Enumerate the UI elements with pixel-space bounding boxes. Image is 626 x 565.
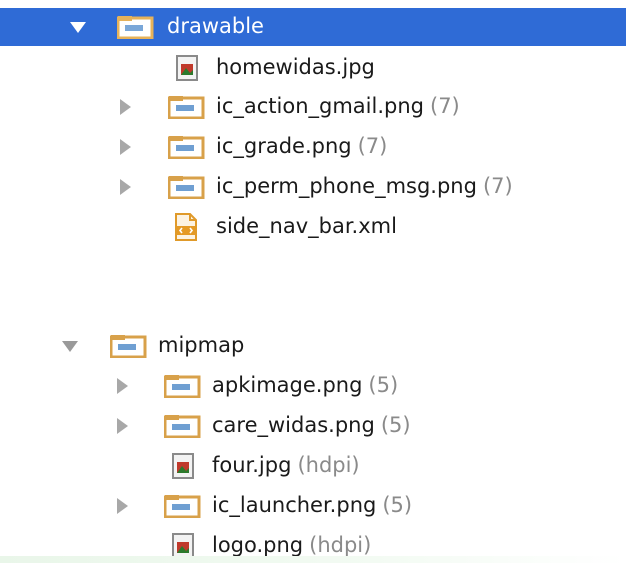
file-count: (7) bbox=[482, 174, 513, 198]
chevron-right-icon[interactable] bbox=[120, 139, 131, 155]
folder-icon bbox=[168, 176, 205, 199]
chevron-down-icon[interactable] bbox=[62, 341, 78, 352]
folder-icon bbox=[164, 415, 201, 438]
folder-icon bbox=[168, 136, 205, 159]
tree-node-care-widas[interactable]: care_widas.png (5) bbox=[0, 407, 626, 445]
file-name: ic_perm_phone_msg.png bbox=[216, 174, 477, 198]
chevron-right-icon[interactable] bbox=[117, 418, 128, 434]
file-name: four.jpg bbox=[212, 453, 292, 477]
folder-icon bbox=[164, 495, 201, 518]
folder-icon bbox=[110, 335, 147, 358]
tree-node-side-nav-bar[interactable]: side_nav_bar.xml bbox=[0, 208, 626, 246]
chevron-right-icon[interactable] bbox=[117, 378, 128, 394]
file-count: (5) bbox=[382, 493, 413, 517]
file-name: ic_launcher.png bbox=[212, 493, 377, 517]
chevron-right-icon[interactable] bbox=[120, 99, 131, 115]
tree-node-mipmap[interactable]: mipmap bbox=[0, 327, 626, 365]
tree-node-apkimage[interactable]: apkimage.png (5) bbox=[0, 367, 626, 405]
project-tree: drawable homewidas.jpg ic_action_gmail.p… bbox=[0, 0, 626, 563]
file-name: logo.png bbox=[212, 533, 304, 557]
image-file-icon bbox=[172, 453, 194, 479]
tree-node-label: mipmap bbox=[158, 333, 245, 357]
file-name: ic_action_gmail.png bbox=[216, 94, 424, 118]
bottom-edge bbox=[0, 556, 626, 563]
chevron-right-icon[interactable] bbox=[120, 179, 131, 195]
file-name: apkimage.png bbox=[212, 373, 363, 397]
image-file-icon bbox=[176, 55, 198, 81]
file-count: (hdpi) bbox=[309, 533, 372, 557]
tree-node-ic-grade[interactable]: ic_grade.png (7) bbox=[0, 128, 626, 166]
file-name: care_widas.png bbox=[212, 413, 375, 437]
xml-file-icon bbox=[175, 213, 197, 241]
file-count: (5) bbox=[368, 373, 399, 397]
file-count: (hdpi) bbox=[297, 453, 360, 477]
chevron-down-icon[interactable] bbox=[70, 22, 86, 33]
file-name: side_nav_bar.xml bbox=[216, 214, 397, 238]
tree-node-homewidas[interactable]: homewidas.jpg bbox=[0, 49, 626, 87]
folder-icon bbox=[117, 16, 154, 39]
folder-icon bbox=[164, 375, 201, 398]
folder-icon bbox=[168, 96, 205, 119]
tree-node-ic-perm-phone-msg[interactable]: ic_perm_phone_msg.png (7) bbox=[0, 168, 626, 206]
file-name: homewidas.jpg bbox=[216, 55, 375, 79]
tree-node-label: drawable bbox=[167, 14, 264, 38]
chevron-right-icon[interactable] bbox=[117, 498, 128, 514]
file-count: (7) bbox=[430, 94, 460, 118]
tree-node-four[interactable]: four.jpg (hdpi) bbox=[0, 447, 626, 485]
file-count: (5) bbox=[380, 413, 411, 437]
file-count: (7) bbox=[357, 134, 388, 158]
tree-node-ic-action-gmail[interactable]: ic_action_gmail.png (7) bbox=[0, 88, 626, 126]
tree-node-ic-launcher[interactable]: ic_launcher.png (5) bbox=[0, 487, 626, 525]
tree-node-drawable[interactable]: drawable bbox=[0, 8, 626, 46]
file-name: ic_grade.png bbox=[216, 134, 352, 158]
